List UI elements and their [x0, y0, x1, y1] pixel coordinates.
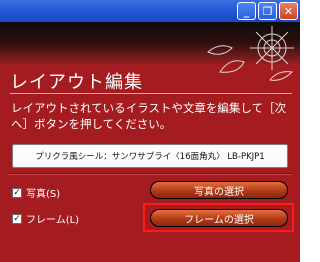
instructions-text: レイアウトされているイラストや文章を編集して［次へ］ボタンを押してください。: [11, 101, 287, 131]
select-frame-button[interactable]: フレームの選択: [150, 209, 288, 227]
photo-checkbox-label: 写真(S): [26, 189, 61, 200]
photo-checkbox[interactable]: ✓ 写真(S): [12, 185, 60, 200]
title-divider: [10, 93, 292, 94]
frame-checkbox[interactable]: ✓ フレーム(L): [12, 211, 79, 226]
select-photo-button[interactable]: 写真の選択: [150, 181, 288, 199]
decorative-pattern-icon: [207, 26, 294, 81]
header-banner: [0, 22, 300, 81]
minimize-icon[interactable]: _: [237, 2, 256, 20]
page-title: レイアウト編集: [10, 72, 143, 93]
title-bar: _ ❐ ✕: [0, 0, 300, 22]
frame-checkbox-label: フレーム(L): [26, 215, 80, 226]
close-icon[interactable]: ✕: [279, 2, 298, 20]
paper-type-label: プリクラ風シール：サンワサプライ〈16面角丸〉 LB-PKJP1: [12, 144, 288, 168]
checkmark-icon[interactable]: ✓: [12, 213, 22, 224]
checkmark-icon[interactable]: ✓: [12, 187, 22, 198]
restore-icon[interactable]: ❐: [258, 2, 277, 20]
section-divider: [8, 173, 292, 175]
layout-edit-window: _ ❐ ✕ レイアウト編集 レイアウトされているイラストや文章を編集して［次へ］…: [0, 0, 300, 262]
window-controls: _ ❐ ✕: [237, 2, 298, 20]
